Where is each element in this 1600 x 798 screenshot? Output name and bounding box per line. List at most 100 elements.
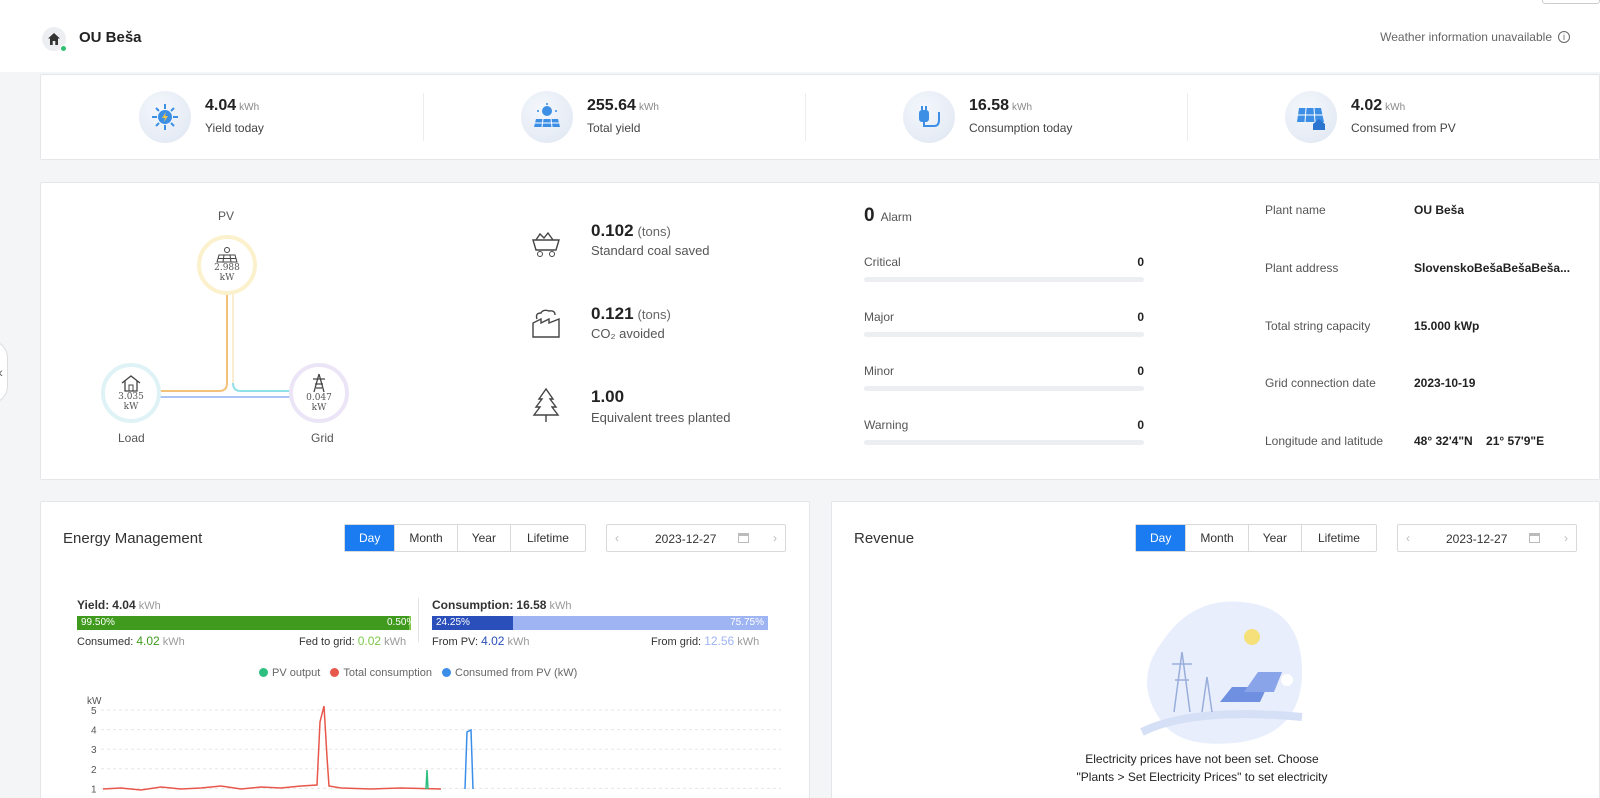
info-string-capacity: Total string capacity 15.000 kWp (1265, 319, 1480, 333)
consumption-summary: Consumption: 16.58 kWh (432, 598, 572, 612)
kpi-label: Yield today (205, 121, 264, 135)
y-tick-label: 5 (91, 706, 97, 717)
sun-yield-icon (139, 91, 191, 143)
alarm-row-critical[interactable]: Critical 0 (864, 255, 1144, 295)
panel-home-icon (1285, 91, 1337, 143)
tab-year[interactable]: Year (458, 525, 511, 551)
y-ticks: 5 4 3 2 1 (91, 706, 781, 795)
load-node[interactable]: 3.035 kW (101, 363, 161, 423)
consumption-pv-seg: 24.25% (432, 616, 514, 630)
next-date-icon[interactable]: › (1564, 531, 1568, 545)
prev-date-icon[interactable]: ‹ (615, 531, 619, 545)
pv-node[interactable]: 2.988 kW (197, 235, 257, 295)
from-grid-text: From grid: 12.56 kWh (651, 634, 760, 648)
solar-panel-sun-icon (521, 91, 573, 143)
pv-label: PV (218, 209, 235, 223)
collapse-sidebar-button[interactable]: ‹ (0, 340, 8, 404)
pv-node-value: 2.988 (214, 263, 240, 273)
energy-range-tabs: Day Month Year Lifetime (344, 524, 586, 552)
grid-node-value: 0.047 (306, 393, 332, 403)
page-header: OU Beša Weather information unavailable … (0, 0, 1600, 72)
legend-consumed-from-pv[interactable]: Consumed from PV (kW) (442, 667, 577, 679)
from-pv-text: From PV: 4.02 kWh (432, 634, 530, 648)
legend-total-consumption[interactable]: Total consumption (330, 667, 432, 679)
plant-title: OU Beša (79, 29, 142, 46)
tab-month[interactable]: Month (395, 525, 458, 551)
info-icon[interactable]: i (1558, 31, 1570, 43)
yield-fed-text: Fed to grid: 0.02 kWh (299, 634, 407, 648)
tab-day[interactable]: Day (345, 525, 396, 551)
power-tower-icon (313, 373, 325, 393)
divider (418, 598, 419, 642)
overview-card: PV 2.988 kW 3.035 kW Load 0.047 kW Grid … (40, 182, 1600, 480)
yield-consumed-seg: 99.50% (77, 616, 410, 630)
empty-state-message: Electricity prices have not been set. Ch… (1052, 750, 1352, 786)
load-node-value: 3.035 (118, 392, 144, 402)
alarm-row-minor[interactable]: Minor 0 (864, 364, 1144, 404)
solar-panel-icon (216, 247, 238, 263)
legend-pv-output[interactable]: PV output (259, 667, 320, 679)
plug-icon (903, 91, 955, 143)
kpi-label: Total yield (587, 121, 641, 135)
kpi-value: 16.58 kWh (969, 97, 1033, 114)
kpi-label: Consumption today (969, 121, 1073, 135)
weather-text: Weather information unavailable (1380, 30, 1552, 44)
prev-date-icon[interactable]: ‹ (1406, 531, 1410, 545)
yield-summary: Yield: 4.04 kWh (77, 598, 161, 612)
revenue-date-picker[interactable]: ‹ 2023-12-27 › (1397, 524, 1577, 552)
date-value: 2023-12-27 (1446, 532, 1508, 546)
y-tick-label: 4 (91, 726, 97, 737)
alarm-row-major[interactable]: Major 0 (864, 310, 1144, 350)
energy-title: Energy Management (63, 530, 203, 547)
trees-label: Equivalent trees planted (591, 410, 731, 425)
consumption-bar: 24.25% 75.75% (432, 616, 768, 630)
tab-day[interactable]: Day (1136, 525, 1187, 551)
divider (423, 93, 424, 141)
tab-year[interactable]: Year (1249, 525, 1302, 551)
co2-value: 0.121 (tons) (591, 304, 671, 323)
load-label: Load (118, 431, 145, 445)
tab-lifetime[interactable]: Lifetime (1302, 525, 1376, 551)
next-date-icon[interactable]: › (773, 531, 777, 545)
info-plant-address: Plant address SlovenskoBešaBešaBeša... (1265, 261, 1571, 275)
y-tick-label: 2 (91, 765, 97, 776)
tree-icon (526, 385, 566, 425)
calendar-icon (738, 533, 749, 543)
pv-output-line (425, 769, 429, 790)
kpi-strip: 4.04 kWh Yield today 255.64 kWh Total yiel… (40, 74, 1600, 160)
top-right-control[interactable] (1542, 0, 1600, 4)
alarm-row-warning[interactable]: Warning 0 (864, 418, 1144, 458)
divider (1187, 93, 1188, 141)
co2-label: CO₂ avoided (591, 326, 665, 341)
coal-cart-icon (526, 223, 566, 263)
kpi-value: 4.02 kWh (1351, 97, 1406, 114)
load-node-unit: kW (123, 402, 139, 412)
kpi-value: 4.04 kWh (205, 97, 260, 114)
online-status-dot (60, 45, 67, 52)
revenue-title: Revenue (854, 530, 915, 547)
consumption-line (102, 705, 442, 791)
tab-month[interactable]: Month (1186, 525, 1249, 551)
house-icon (121, 375, 141, 392)
empty-line-1: Electricity prices have not been set. Ch… (1085, 752, 1319, 766)
coal-label: Standard coal saved (591, 243, 710, 258)
consumed-pv-line (464, 728, 474, 790)
energy-management-panel: Energy Management Day Month Year Lifetim… (40, 501, 810, 798)
kpi-label: Consumed from PV (1351, 121, 1456, 135)
tab-lifetime[interactable]: Lifetime (511, 525, 585, 551)
kpi-value: 255.64 kWh (587, 97, 659, 114)
revenue-range-tabs: Day Month Year Lifetime (1135, 524, 1377, 552)
energy-date-picker[interactable]: ‹ 2023-12-27 › (606, 524, 786, 552)
info-coordinates: Longitude and latitude 48° 32'4"N 21° 57'… (1265, 434, 1545, 448)
chart-legend: PV output Total consumption Consumed fro… (259, 667, 577, 679)
yield-fed-pct: 0.50% (387, 617, 416, 628)
consumption-grid-seg: 75.75% (513, 616, 768, 630)
alarm-total[interactable]: 0 Alarm (864, 205, 912, 227)
revenue-panel: Revenue Day Month Year Lifetime ‹ 2023-1… (831, 501, 1600, 798)
y-tick-label: 1 (91, 784, 97, 795)
y-tick-label: 3 (91, 745, 97, 756)
grid-label: Grid (311, 431, 334, 445)
empty-state-illustration (1140, 601, 1303, 744)
weather-status: Weather information unavailable i (1380, 30, 1570, 44)
grid-node[interactable]: 0.047 kW (289, 363, 349, 423)
